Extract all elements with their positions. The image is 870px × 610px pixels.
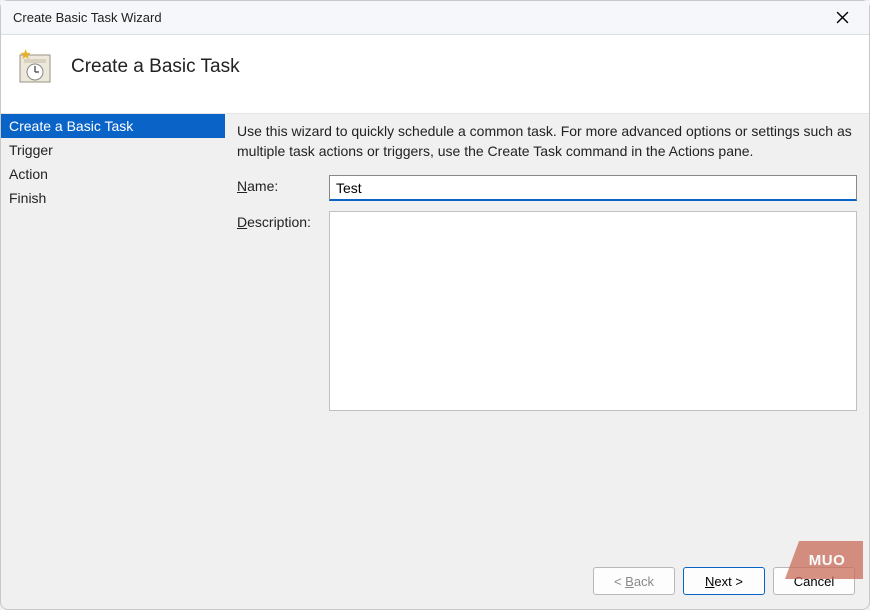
name-label: Name: — [237, 175, 329, 194]
description-label: Description: — [237, 211, 329, 230]
description-input[interactable] — [329, 211, 857, 411]
cancel-button[interactable]: Cancel — [773, 567, 855, 595]
step-finish[interactable]: Finish — [1, 186, 225, 210]
task-wizard-icon — [17, 49, 53, 85]
intro-text: Use this wizard to quickly schedule a co… — [237, 122, 857, 161]
footer-buttons: < Back Next > Cancel — [1, 557, 869, 609]
close-icon — [836, 11, 849, 24]
close-button[interactable] — [823, 4, 861, 32]
window-title: Create Basic Task Wizard — [13, 10, 162, 25]
header-area: Create a Basic Task — [1, 35, 869, 114]
name-row: Name: — [237, 175, 857, 201]
step-create-basic-task[interactable]: Create a Basic Task — [1, 114, 225, 138]
page-title: Create a Basic Task — [71, 56, 240, 78]
titlebar: Create Basic Task Wizard — [1, 1, 869, 35]
description-row: Description: — [237, 211, 857, 411]
content-pane: Use this wizard to quickly schedule a co… — [225, 114, 869, 557]
body: Create a Basic Task Trigger Action Finis… — [1, 114, 869, 557]
next-button[interactable]: Next > — [683, 567, 765, 595]
step-action[interactable]: Action — [1, 162, 225, 186]
step-trigger[interactable]: Trigger — [1, 138, 225, 162]
name-input[interactable] — [329, 175, 857, 201]
back-button: < Back — [593, 567, 675, 595]
wizard-steps-sidebar: Create a Basic Task Trigger Action Finis… — [1, 114, 225, 557]
wizard-window: Create Basic Task Wizard Create a Basic … — [0, 0, 870, 610]
